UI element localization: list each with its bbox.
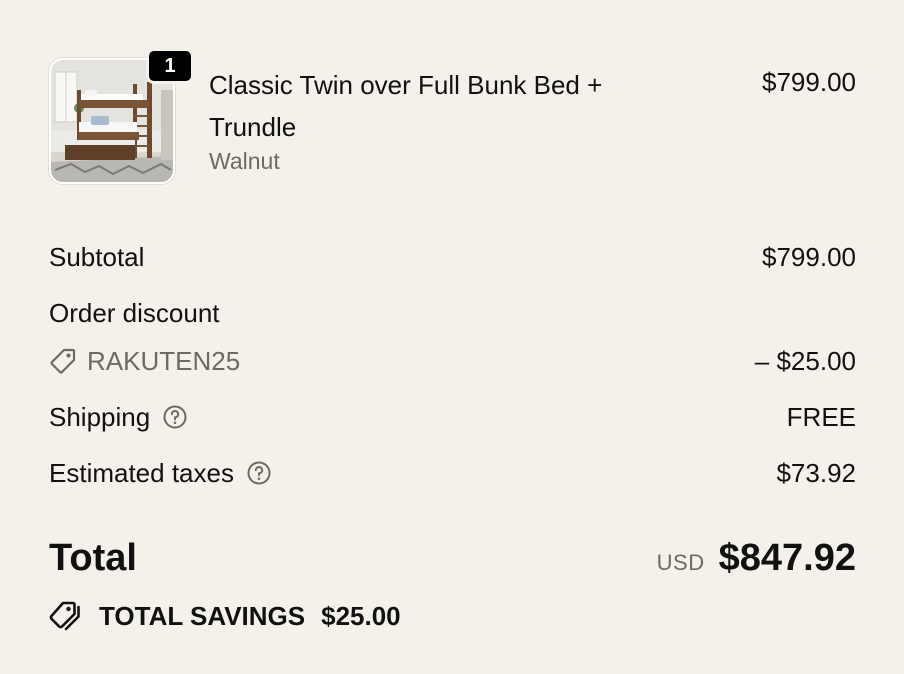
discount-code-text: RAKUTEN25 (87, 346, 241, 376)
taxes-label: Estimated taxes (49, 458, 234, 488)
taxes-help-icon[interactable] (246, 460, 272, 486)
subtotal-value: $799.00 (762, 242, 856, 272)
total-savings: TOTAL SAVINGS $25.00 (49, 596, 401, 636)
product-name: Classic Twin over Full Bunk Bed + Trundl… (209, 70, 603, 142)
discount-code-row: RAKUTEN25 – $25.00 (49, 343, 856, 379)
shipping-help-icon[interactable] (162, 404, 188, 430)
tag-icon (49, 347, 77, 375)
discount-value: – $25.00 (754, 346, 856, 376)
shipping-value: FREE (786, 402, 856, 432)
product-price: $799.00 (762, 67, 856, 97)
total-amount-wrap: USD $847.92 (657, 534, 856, 590)
discount-code: RAKUTEN25 (49, 343, 240, 379)
total-label: Total (49, 537, 137, 579)
total-savings-amount: $25.00 (321, 600, 401, 631)
shipping-label: Shipping (49, 402, 151, 432)
total-savings-label: TOTAL SAVINGS (99, 600, 306, 631)
quantity-badge: 1 (146, 48, 194, 84)
product-thumbnail: 1 (49, 48, 194, 184)
subtotal-label: Subtotal (49, 242, 145, 272)
shipping-label-wrap: Shipping (49, 399, 188, 435)
total-row: Total USD $847.92 (49, 534, 856, 582)
shipping-row: Shipping FREE (49, 399, 856, 435)
line-item: 1 Classic Twin over Full Bunk Bed + Trun… (49, 48, 856, 188)
taxes-row: Estimated taxes $73.92 (49, 455, 856, 491)
order-discount-row: Order discount (49, 295, 856, 331)
taxes-value: $73.92 (776, 458, 856, 488)
product-variant: Walnut (209, 148, 280, 174)
order-discount-label: Order discount (49, 298, 220, 328)
total-amount: $847.92 (718, 537, 856, 579)
taxes-label-wrap: Estimated taxes (49, 455, 272, 491)
subtotal-row: Subtotal $799.00 (49, 239, 856, 275)
currency-code: USD (656, 550, 705, 575)
double-tag-icon (49, 599, 85, 633)
